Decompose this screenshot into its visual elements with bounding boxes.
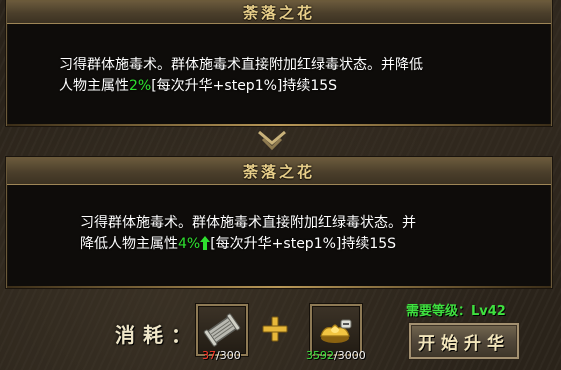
plus-icon xyxy=(262,316,288,342)
material-count-scroll: 37/300 xyxy=(202,349,241,362)
material-count-gold: 3592/3000 xyxy=(306,349,366,362)
description-text: [每次升华+step1%]持续15S xyxy=(151,78,338,94)
start-button-label: 开始升华 xyxy=(418,334,510,354)
gold-ingot-icon xyxy=(320,319,352,343)
up-arrow-icon xyxy=(200,236,211,250)
level-requirement: 需要等级：Lv42 xyxy=(406,304,506,319)
description-line: 习得群体施毒术。群体施毒术直接附加红绿毒状态。并 xyxy=(80,215,416,231)
attribute-value: 4% xyxy=(178,236,201,252)
start-sublimation-button[interactable]: 开始升华 xyxy=(408,322,520,360)
skill-description-next: 习得群体施毒术。群体施毒术直接附加红绿毒状态。并 降低人物主属性4% [每次升华+… xyxy=(80,213,500,255)
skill-description-current: 习得群体施毒术。群体施毒术直接附加红绿毒状态。并降低 人物主属性2%[每次升华+… xyxy=(59,55,499,97)
attribute-value: 2% xyxy=(129,78,152,94)
description-text: 人物主属性 xyxy=(59,78,129,94)
description-line: 降低人物主属性4% [每次升华+step1%]持续15S xyxy=(80,234,500,255)
cost-label: 消耗： xyxy=(115,323,199,347)
panel-header: 荼落之花 xyxy=(7,1,551,24)
double-chevron-down-icon xyxy=(258,130,286,151)
skill-title: 荼落之花 xyxy=(242,4,315,22)
description-text: [每次升华+step1%]持续15S xyxy=(210,236,397,252)
required-count: /300 xyxy=(216,349,241,362)
scroll-item-icon xyxy=(203,313,241,347)
required-count: /3000 xyxy=(334,349,366,362)
description-line: 人物主属性2%[每次升华+step1%]持续15S xyxy=(59,76,499,97)
owned-count: 37 xyxy=(202,349,216,362)
description-text: 降低人物主属性 xyxy=(80,236,178,252)
owned-count: 3592 xyxy=(306,349,334,362)
panel-header: 荼落之花 xyxy=(7,158,551,185)
skill-title: 荼落之花 xyxy=(242,163,315,181)
description-line: 习得群体施毒术。群体施毒术直接附加红绿毒状态。并降低 xyxy=(59,57,423,73)
